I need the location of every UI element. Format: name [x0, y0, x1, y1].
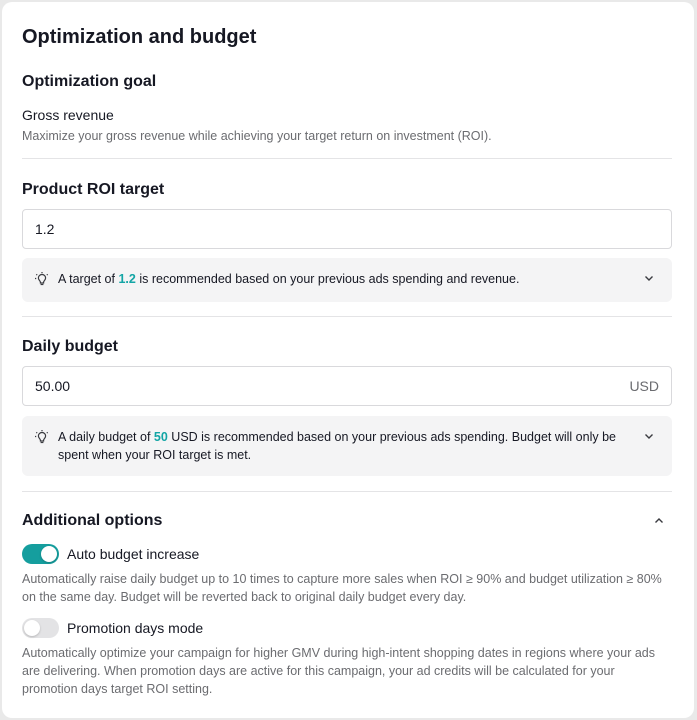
roi-target-input[interactable]: 1.2 — [22, 209, 672, 249]
divider — [22, 491, 672, 492]
daily-budget-input[interactable]: 50.00 USD — [22, 366, 672, 406]
lightbulb-icon — [34, 429, 52, 450]
promotion-days-label: Promotion days mode — [67, 620, 204, 636]
divider — [22, 316, 672, 317]
currency-label: USD — [629, 378, 659, 394]
daily-budget-heading: Daily budget — [22, 338, 119, 355]
optimization-goal-description: Maximize your gross revenue while achiev… — [22, 129, 492, 143]
auto-budget-label: Auto budget increase — [67, 546, 200, 562]
divider — [22, 158, 672, 159]
chevron-down-icon[interactable] — [642, 271, 658, 290]
auto-budget-description: Automatically raise daily budget up to 1… — [22, 572, 662, 604]
chevron-up-icon[interactable] — [652, 514, 668, 530]
budget-tip-value: 50 — [153, 430, 168, 444]
toggle-knob — [41, 546, 57, 562]
chevron-down-icon[interactable] — [642, 429, 658, 448]
roi-tip-prefix: A target of — [58, 272, 119, 286]
roi-recommendation-tip: A target of 1.2 is recommended based on … — [22, 258, 672, 302]
promotion-days-row: Promotion days mode — [22, 618, 203, 638]
budget-tip-prefix: A daily budget of — [58, 430, 154, 444]
roi-tip-value: 1.2 — [118, 272, 136, 286]
optimization-budget-panel: Optimization and budget Optimization goa… — [2, 2, 694, 718]
roi-target-value: 1.2 — [35, 221, 55, 237]
daily-budget-value: 50.00 — [35, 378, 71, 394]
roi-tip-text: A target of 1.2 is recommended based on … — [58, 270, 632, 288]
roi-target-heading: Product ROI target — [22, 181, 165, 198]
optimization-goal-value: Gross revenue — [22, 107, 114, 123]
additional-options-heading: Additional options — [22, 512, 163, 529]
optimization-goal-heading: Optimization goal — [22, 73, 157, 90]
lightbulb-icon — [34, 271, 52, 292]
roi-tip-suffix: is recommended based on your previous ad… — [135, 272, 520, 286]
budget-tip-text: A daily budget of 50 USD is recommended … — [58, 428, 632, 464]
auto-budget-row: Auto budget increase — [22, 544, 199, 564]
toggle-knob — [24, 620, 40, 636]
auto-budget-toggle[interactable] — [22, 544, 59, 564]
promotion-days-description: Automatically optimize your campaign for… — [22, 646, 655, 696]
promotion-days-toggle[interactable] — [22, 618, 59, 638]
budget-recommendation-tip: A daily budget of 50 USD is recommended … — [22, 416, 672, 476]
section-title: Optimization and budget — [22, 26, 257, 48]
